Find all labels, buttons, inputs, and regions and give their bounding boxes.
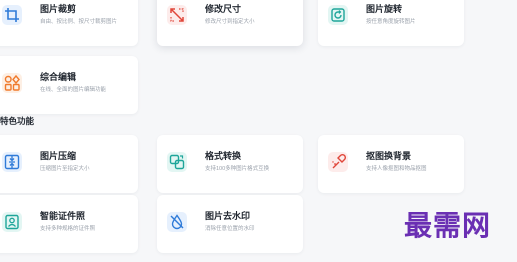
tool-title: 综合编辑 — [40, 72, 77, 82]
tool-title: 图片旋转 — [366, 4, 403, 14]
feature-desc: 支持人像抠图和物品抠图 — [366, 166, 427, 172]
tool-card-edit[interactable]: 综合编辑 在线、全面的图片编辑功能 — [0, 56, 138, 114]
remove-watermark-icon — [167, 212, 187, 232]
feature-title: 图片去水印 — [205, 211, 251, 221]
feature-title: 智能证件照 — [40, 211, 86, 221]
tool-card-rotate[interactable]: 图片旋转 按任意角度旋转图片 — [318, 0, 464, 46]
tool-desc: 自由、按比例、按尺寸裁剪图片 — [40, 19, 118, 25]
tool-card-resize[interactable]: 修改尺寸 修改尺寸到指定大小 — [157, 0, 303, 46]
resize-icon — [167, 5, 187, 25]
crop-icon — [2, 5, 22, 25]
tool-title: 修改尺寸 — [205, 4, 242, 14]
compress-icon — [2, 152, 22, 172]
feature-card-compress[interactable]: 图片压缩 压缩图片至指定大小 — [0, 135, 138, 193]
section-title: 特色功能 — [0, 116, 35, 126]
watermark-text: 最需网 — [404, 209, 492, 242]
tool-card-crop[interactable]: 图片裁剪 自由、按比例、按尺寸裁剪图片 — [0, 0, 138, 46]
feature-desc: 消除任意位置的水印 — [205, 226, 255, 232]
feature-title: 格式转换 — [205, 151, 242, 161]
id-photo-icon — [2, 212, 22, 232]
tool-desc: 修改尺寸到指定大小 — [205, 19, 255, 25]
feature-desc: 压缩图片至指定大小 — [40, 166, 90, 172]
convert-icon — [167, 152, 187, 172]
feature-card-cutout[interactable]: 抠图换背景 支持人像抠图和物品抠图 — [318, 135, 464, 193]
feature-title: 图片压缩 — [40, 151, 77, 161]
tool-desc: 在线、全面的图片编辑功能 — [40, 87, 107, 93]
tool-desc: 按任意角度旋转图片 — [366, 19, 416, 25]
cutout-icon — [328, 152, 348, 172]
feature-card-id-photo[interactable]: 智能证件照 支持多种规格的证件照 — [0, 195, 138, 253]
edit-grid-icon — [2, 73, 22, 93]
feature-card-remove-watermark[interactable]: 图片去水印 消除任意位置的水印 — [157, 195, 303, 253]
feature-title: 抠图换背景 — [366, 151, 412, 161]
rotate-icon — [328, 5, 348, 25]
feature-desc: 支持多种规格的证件照 — [40, 226, 96, 232]
feature-card-convert[interactable]: 格式转换 支持100多种图片格式互换 — [157, 135, 303, 193]
tool-title: 图片裁剪 — [40, 4, 77, 14]
feature-desc: 支持100多种图片格式互换 — [205, 166, 270, 172]
